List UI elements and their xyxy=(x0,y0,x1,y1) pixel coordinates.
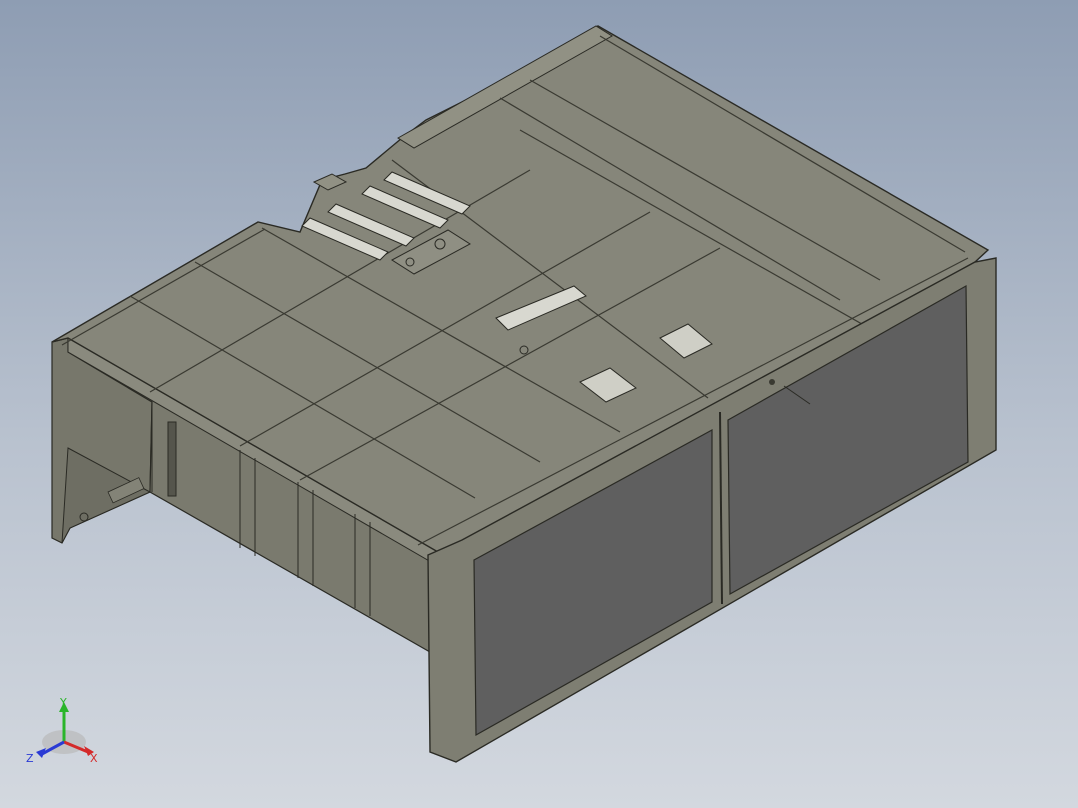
right-side-pin xyxy=(769,379,775,385)
3d-viewport[interactable]: Y X Z xyxy=(0,0,1078,808)
triad-y-label: Y xyxy=(59,696,67,709)
coordinate-triad: Y X Z xyxy=(26,696,98,765)
triad-x-label: X xyxy=(90,752,98,765)
front-handle-slot xyxy=(167,421,177,497)
enclosure-model[interactable] xyxy=(0,0,1078,808)
triad-z-label: Z xyxy=(26,752,34,765)
